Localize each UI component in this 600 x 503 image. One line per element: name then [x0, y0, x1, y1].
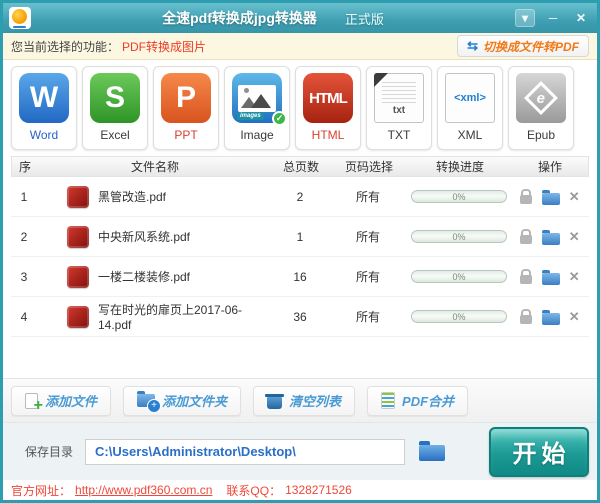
format-card-epub[interactable]: e Epub [508, 66, 574, 150]
lock-icon[interactable] [520, 269, 533, 284]
window-controls: ▾ ─ ✕ [515, 9, 591, 27]
progress-bar: 0% [411, 270, 507, 283]
format-selector: W Word S Excel P PPT images ✓ Image HTML… [3, 60, 597, 154]
open-folder-icon[interactable] [541, 309, 560, 325]
word-icon: W [19, 73, 69, 123]
format-card-word[interactable]: W Word [11, 66, 77, 150]
table-row[interactable]: 1 黑管改造.pdf 2 所有 0% ✕ [11, 177, 589, 217]
format-card-excel[interactable]: S Excel [82, 66, 148, 150]
add-file-button[interactable]: 添加文件 [11, 385, 112, 416]
image-icon: images ✓ [232, 73, 287, 126]
site-label: 官方网址： [11, 483, 72, 498]
title-bar: 全速pdf转换成jpg转换器 正式版 ▾ ─ ✕ [3, 3, 597, 33]
notice-bar: 您当前选择的功能： PDF转换成图片 ⇆ 切换成文件转PDF [3, 33, 597, 60]
file-name: 黑管改造.pdf [98, 190, 167, 204]
pdf-file-icon [67, 305, 89, 328]
open-folder-icon[interactable] [541, 269, 560, 285]
progress-bar: 0% [411, 310, 507, 323]
footer: 官方网址： http://www.pdf360.com.cn 联系QQ： 132… [3, 480, 597, 500]
selected-check-icon: ✓ [272, 111, 287, 126]
file-name: 一楼二楼装修.pdf [98, 270, 191, 284]
clear-list-button[interactable]: 清空列表 [253, 385, 356, 416]
lock-icon[interactable] [520, 309, 533, 324]
notice-label: 您当前选择的功能： [11, 39, 120, 54]
pdf-file-icon [67, 185, 89, 208]
col-filename: 文件名称 [130, 160, 179, 174]
lock-icon[interactable] [520, 189, 533, 204]
page-count: 16 [293, 269, 307, 284]
col-pages: 总页数 [282, 160, 319, 174]
add-folder-button[interactable]: 添加文件夹 [123, 385, 242, 416]
excel-icon: S [90, 73, 140, 123]
start-button[interactable]: 开始 [489, 426, 589, 477]
page-range[interactable]: 所有 [329, 188, 407, 205]
swap-arrows-icon: ⇆ [467, 38, 478, 53]
delete-icon[interactable]: ✕ [569, 309, 580, 325]
progress-bar: 0% [411, 230, 507, 243]
app-logo-icon [9, 7, 31, 29]
format-card-ppt[interactable]: P PPT [153, 66, 219, 150]
page-range[interactable]: 所有 [329, 308, 407, 325]
format-card-xml[interactable]: <xml> XML [437, 66, 503, 150]
pdf-file-icon [67, 265, 89, 288]
txt-icon: txt [374, 73, 424, 123]
browse-folder-button[interactable] [419, 440, 447, 463]
table-row[interactable]: 3 一楼二楼装修.pdf 16 所有 0% ✕ [11, 257, 589, 297]
delete-icon[interactable]: ✕ [569, 269, 580, 285]
format-card-txt[interactable]: txt TXT [366, 66, 432, 150]
site-url-link[interactable]: http://www.pdf360.com.cn [75, 483, 212, 497]
trash-icon [265, 393, 285, 409]
images-badge: images [237, 112, 264, 120]
page-count: 2 [296, 189, 304, 204]
qq-label: 联系QQ： [226, 483, 282, 498]
table-header: 序 文件名称 总页数 页码选择 转换进度 操作 [11, 156, 589, 177]
minimize-icon[interactable]: ─ [543, 9, 563, 27]
open-folder-icon[interactable] [541, 229, 560, 245]
page-range[interactable]: 所有 [329, 268, 407, 285]
open-folder-icon[interactable] [541, 189, 560, 205]
file-name: 写在时光的扉页上2017-06-14.pdf [98, 303, 243, 332]
format-card-image[interactable]: images ✓ Image [224, 66, 290, 150]
app-window: 全速pdf转换成jpg转换器 正式版 ▾ ─ ✕ 您当前选择的功能： PDF转换… [0, 0, 600, 503]
col-actions: 操作 [537, 160, 562, 174]
pdf-merge-button[interactable]: PDF合并 [367, 385, 469, 416]
page-count: 36 [293, 309, 307, 324]
close-icon[interactable]: ✕ [571, 9, 591, 27]
col-pagerange: 页码选择 [344, 160, 393, 174]
page-range[interactable]: 所有 [329, 228, 407, 245]
delete-icon[interactable]: ✕ [569, 189, 580, 205]
col-index: 序 [18, 160, 31, 174]
menu-icon[interactable]: ▾ [515, 9, 535, 27]
add-folder-icon [137, 391, 162, 413]
page-count: 1 [296, 229, 304, 244]
save-directory-row: 保存目录 开始 [3, 422, 597, 480]
col-progress: 转换进度 [435, 160, 484, 174]
epub-icon: e [516, 73, 566, 123]
selected-function-label: PDF转换成图片 [122, 39, 207, 54]
format-card-html[interactable]: HTML HTML [295, 66, 361, 150]
xml-icon: <xml> [445, 73, 495, 123]
bottom-toolbar: 添加文件 添加文件夹 清空列表 PDF合并 [3, 378, 597, 422]
qq-number: 1328271526 [285, 483, 352, 497]
add-file-icon [25, 392, 43, 415]
file-name: 中央新风系统.pdf [98, 230, 191, 244]
table-row[interactable]: 4 写在时光的扉页上2017-06-14.pdf 36 所有 0% ✕ [11, 297, 589, 337]
switch-to-pdf-button[interactable]: ⇆ 切换成文件转PDF [457, 35, 589, 57]
ppt-icon: P [161, 73, 211, 123]
table-row[interactable]: 2 中央新风系统.pdf 1 所有 0% ✕ [11, 217, 589, 257]
file-table: 序 文件名称 总页数 页码选择 转换进度 操作 1 黑管改造.pdf 2 所有 … [11, 156, 589, 378]
save-directory-label: 保存目录 [25, 445, 74, 459]
save-path-input[interactable] [85, 438, 406, 465]
browse-folder-icon [419, 440, 446, 461]
progress-bar: 0% [411, 190, 507, 203]
lock-icon[interactable] [520, 229, 533, 244]
edition-badge: 正式版 [344, 11, 384, 27]
html-icon: HTML [303, 73, 353, 123]
window-title: 全速pdf转换成jpg转换器 [162, 10, 317, 26]
pdf-file-icon [67, 225, 89, 248]
merge-doc-icon [381, 392, 396, 409]
delete-icon[interactable]: ✕ [569, 229, 580, 245]
